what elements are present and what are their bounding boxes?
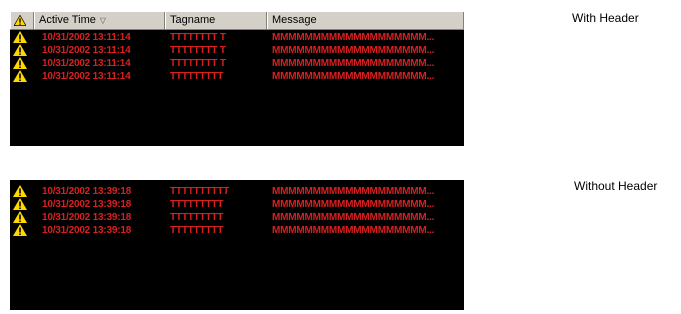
alarm-active-time: 10/31/2002 13:39:18: [42, 212, 132, 223]
alarm-row[interactable]: 10/31/2002 13:39:18 TTTTTTTTTT MMMMMMMMM…: [10, 185, 464, 198]
warning-icon: [13, 44, 27, 57]
column-header-filler: [464, 12, 468, 29]
warning-icon: [13, 57, 27, 70]
sort-arrow-icon: ▽: [99, 16, 107, 25]
warning-icon: [13, 31, 27, 44]
column-header-message[interactable]: Message: [267, 12, 464, 29]
alarm-row[interactable]: 10/31/2002 13:11:14 TTTTTTTTT MMMMMMMMMM…: [10, 70, 464, 83]
alarm-message: MMMMMMMMMMMMMMMMMMM...: [272, 199, 435, 210]
alarm-message: MMMMMMMMMMMMMMMMMMM...: [272, 71, 435, 82]
alarm-active-time: 10/31/2002 13:11:14: [42, 58, 131, 69]
alarm-row[interactable]: 10/31/2002 13:11:14 TTTTTTTT T MMMMMMMMM…: [10, 31, 464, 44]
alarm-rows: 10/31/2002 13:39:18 TTTTTTTTTT MMMMMMMMM…: [10, 185, 464, 237]
alarm-tagname: TTTTTTTTTT: [170, 186, 230, 197]
warning-icon: [13, 198, 27, 211]
alarm-message: MMMMMMMMMMMMMMMMMMM...: [272, 186, 435, 197]
alarm-tagname: TTTTTTTT T: [170, 32, 226, 43]
alarm-active-time: 10/31/2002 13:11:14: [42, 45, 131, 56]
alarm-message: MMMMMMMMMMMMMMMMMMM...: [272, 58, 435, 69]
alarm-message: MMMMMMMMMMMMMMMMMMM...: [272, 32, 435, 43]
alarm-message: MMMMMMMMMMMMMMMMMMM...: [272, 212, 435, 223]
column-header-tagname[interactable]: Tagname: [165, 12, 267, 29]
column-header-active-time-label: Active Time: [39, 14, 96, 26]
alarm-row[interactable]: 10/31/2002 13:11:14 TTTTTTTT T MMMMMMMMM…: [10, 44, 464, 57]
warning-icon: [13, 14, 27, 26]
alarm-message: MMMMMMMMMMMMMMMMMMM...: [272, 225, 435, 236]
column-header-icon[interactable]: [10, 12, 34, 29]
alarm-tagname: TTTTTTTTT: [170, 212, 224, 223]
alarm-tagname: TTTTTTTT T: [170, 58, 226, 69]
column-header-active-time[interactable]: Active Time ▽: [34, 12, 165, 29]
alarm-active-time: 10/31/2002 13:11:14: [42, 32, 131, 43]
alarm-message: MMMMMMMMMMMMMMMMMMM...: [272, 45, 435, 56]
alarm-rows: 10/31/2002 13:11:14 TTTTTTTT T MMMMMMMMM…: [10, 31, 464, 83]
alarm-tagname: TTTTTTTTT: [170, 225, 224, 236]
alarm-row[interactable]: 10/31/2002 13:39:18 TTTTTTTTT MMMMMMMMMM…: [10, 211, 464, 224]
alarm-tagname: TTTTTTTT T: [170, 45, 226, 56]
alarm-row[interactable]: 10/31/2002 13:39:18 TTTTTTTTT MMMMMMMMMM…: [10, 198, 464, 211]
alarm-row[interactable]: 10/31/2002 13:11:14 TTTTTTTT T MMMMMMMMM…: [10, 57, 464, 70]
alarm-active-time: 10/31/2002 13:39:18: [42, 225, 132, 236]
with-header-label: With Header: [572, 11, 639, 25]
warning-icon: [13, 211, 27, 224]
warning-icon: [13, 185, 27, 198]
column-header-bar: Active Time ▽ Tagname Message: [10, 12, 464, 30]
without-header-label: Without Header: [574, 179, 658, 193]
alarm-grid-with-header[interactable]: Active Time ▽ Tagname Message 10/31/2002 …: [10, 12, 464, 146]
alarm-grid-without-header[interactable]: 10/31/2002 13:39:18 TTTTTTTTTT MMMMMMMMM…: [10, 180, 464, 310]
alarm-active-time: 10/31/2002 13:11:14: [42, 71, 131, 82]
alarm-row[interactable]: 10/31/2002 13:39:18 TTTTTTTTT MMMMMMMMMM…: [10, 224, 464, 237]
alarm-tagname: TTTTTTTTT: [170, 199, 224, 210]
alarm-active-time: 10/31/2002 13:39:18: [42, 199, 132, 210]
alarm-tagname: TTTTTTTTT: [170, 71, 224, 82]
warning-icon: [13, 224, 27, 237]
alarm-active-time: 10/31/2002 13:39:18: [42, 186, 132, 197]
warning-icon: [13, 70, 27, 83]
